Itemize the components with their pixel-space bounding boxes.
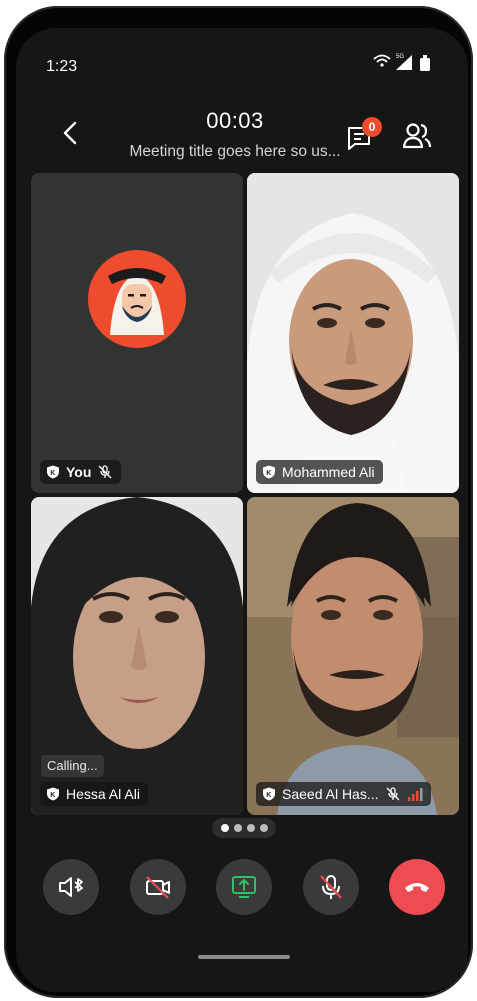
mic-off-icon — [320, 875, 342, 899]
speaker-bluetooth-icon — [59, 877, 83, 897]
wifi-icon — [373, 54, 391, 67]
page-indicator[interactable] — [212, 818, 276, 838]
end-call-icon — [405, 883, 429, 892]
participant-name: Hessa Al Ali — [66, 786, 140, 802]
participant-name-tag: K Hessa Al Ali — [40, 782, 148, 806]
video-tile-mohammed-ali[interactable]: K Mohammed Ali — [247, 173, 459, 493]
meeting-title: Meeting title goes here so us... — [129, 143, 341, 160]
avatar-icon — [88, 250, 186, 348]
svg-text:K: K — [50, 470, 55, 477]
mic-off-icon — [386, 787, 399, 801]
participant-name: Saeed Al Has... — [282, 786, 379, 802]
video-tile-you[interactable]: K You — [31, 173, 243, 493]
participant-name-tag: K You — [40, 460, 122, 484]
participant-name-tag: K Saeed Al Has... — [256, 782, 431, 806]
call-timer: 00:03 — [206, 108, 264, 133]
video-tile-hessa-al-ali[interactable]: Calling... K Hessa Al Ali — [31, 497, 243, 815]
home-indicator[interactable] — [198, 955, 290, 959]
participant-video — [247, 173, 459, 493]
participants-icon[interactable] — [401, 120, 433, 152]
svg-text:K: K — [266, 792, 271, 799]
back-icon[interactable] — [58, 120, 84, 146]
shield-icon: K — [47, 465, 59, 479]
share-screen-button[interactable] — [216, 859, 272, 915]
network-label: 5G — [396, 54, 404, 60]
status-time: 1:23 — [46, 58, 78, 75]
camera-off-icon — [146, 876, 170, 899]
page-dot[interactable] — [246, 824, 255, 832]
page-dot[interactable] — [220, 824, 229, 832]
end-call-button[interactable] — [389, 859, 445, 915]
svg-text:K: K — [266, 470, 271, 477]
signal-strength-icon — [407, 788, 423, 801]
shield-icon: K — [47, 787, 59, 801]
shield-icon: K — [263, 787, 275, 801]
battery-icon — [420, 55, 430, 71]
participant-name-tag: K Mohammed Ali — [256, 460, 383, 484]
page-dot[interactable] — [259, 824, 268, 832]
mic-off-icon — [98, 465, 112, 479]
camera-toggle-button[interactable] — [130, 859, 186, 915]
svg-text:K: K — [50, 792, 55, 799]
participant-video — [247, 497, 459, 815]
calling-status: Calling... — [41, 755, 104, 777]
chat-badge: 0 — [362, 117, 382, 137]
video-tile-saeed[interactable]: K Saeed Al Has... — [247, 497, 459, 815]
shield-icon: K — [263, 465, 275, 479]
speaker-button[interactable] — [43, 859, 99, 915]
page-dot[interactable] — [233, 824, 242, 832]
participant-name: Mohammed Ali — [282, 464, 375, 480]
status-icons: 5G — [373, 54, 430, 71]
share-screen-icon — [232, 876, 256, 898]
mic-toggle-button[interactable] — [303, 859, 359, 915]
participant-name: You — [66, 464, 92, 480]
